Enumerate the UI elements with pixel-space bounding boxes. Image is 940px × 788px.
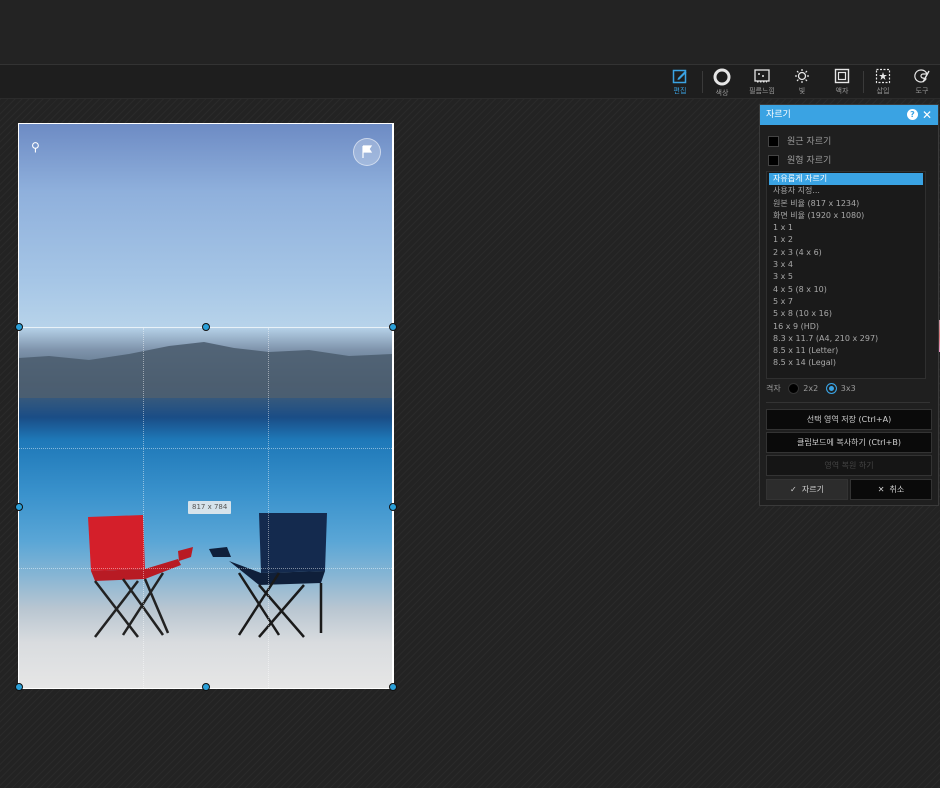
crop-handle-top[interactable] [202, 323, 210, 331]
ratio-item[interactable]: 1 x 2 [767, 234, 925, 246]
crop-grid-line [143, 328, 144, 688]
tool-edit[interactable]: 편집 [660, 67, 700, 97]
crop-panel: 자르기 ? ✕ 원근 자르기 원형 자르기 자유롭게 자르기 사용자 지정...… [759, 104, 939, 506]
edit-icon [672, 69, 687, 84]
ratio-item[interactable]: 8.5 x 14 (Legal) [767, 357, 925, 369]
tool-light[interactable]: 빛 [782, 67, 822, 97]
crop-panel-title: 자르기 [766, 110, 791, 120]
close-icon[interactable]: ✕ [922, 105, 932, 125]
crop-apply-button[interactable]: ✓ 자르기 [766, 479, 848, 500]
tool-light-label: 빛 [798, 87, 806, 95]
crop-handle-right[interactable] [389, 503, 397, 511]
panel-divider [766, 402, 930, 403]
ratio-item[interactable]: 자유롭게 자르기 [769, 173, 923, 186]
ratio-item[interactable]: 8.3 x 11.7 (A4, 210 x 297) [767, 333, 925, 345]
light-icon [795, 69, 809, 83]
flag-icon [362, 145, 373, 158]
crop-grid-line [19, 568, 392, 569]
grid-3x3-radio[interactable] [825, 383, 837, 394]
editor-toolbar: 편집 색상 필름느낌 빛 액자 삽입 도구 [0, 65, 940, 99]
circle-crop-option[interactable]: 원형 자르기 [768, 153, 831, 166]
crop-handle-bottom-right[interactable] [389, 683, 397, 691]
ratio-item[interactable]: 2 x 3 (4 x 6) [767, 247, 925, 259]
ratio-item[interactable]: 4 x 5 (8 x 10) [767, 284, 925, 296]
aspect-ratio-list[interactable]: 자유롭게 자르기 사용자 지정... 원본 비율 (817 x 1234) 화면… [766, 171, 926, 379]
ratio-item[interactable]: 16 x 9 (HD) [767, 321, 925, 333]
beach-chairs-photo: ⚲ [19, 124, 392, 688]
ratio-item[interactable]: 5 x 8 (10 x 16) [767, 308, 925, 320]
mountain-silhouette [19, 342, 392, 398]
perspective-crop-label: 원근 자르기 [787, 137, 832, 147]
selection-size-label: 817 x 784 [188, 501, 232, 514]
perspective-crop-option[interactable]: 원근 자르기 [768, 134, 831, 147]
crop-handle-top-right[interactable] [389, 323, 397, 331]
tools-icon [914, 69, 930, 83]
cancel-label: 취소 [889, 485, 905, 494]
tool-color[interactable]: 색상 [702, 67, 742, 97]
crop-handle-bottom-left[interactable] [15, 683, 23, 691]
crop-grid-line [19, 448, 392, 449]
tool-frame-label: 액자 [835, 87, 849, 95]
save-selection-button[interactable]: 선택 영역 저장 (Ctrl+A) [766, 409, 932, 430]
tool-insert-label: 삽입 [876, 87, 890, 95]
grid-3x3-label: 3x3 [840, 384, 856, 393]
tool-tools-label: 도구 [915, 87, 929, 95]
top-bar [0, 0, 940, 65]
circle-crop-checkbox[interactable] [768, 155, 779, 166]
crop-handle-left[interactable] [15, 503, 23, 511]
ratio-item[interactable]: 화면 비율 (1920 x 1080) [767, 210, 925, 222]
location-icon[interactable]: ⚲ [31, 140, 40, 154]
grid-label: 격자 [766, 384, 781, 393]
frame-icon [834, 68, 850, 84]
help-icon[interactable]: ? [907, 109, 918, 120]
photo-frame: ⚲ [18, 123, 394, 689]
ratio-item[interactable]: 1 x 1 [767, 222, 925, 234]
crop-handle-top-left[interactable] [15, 323, 23, 331]
insert-icon [875, 68, 891, 84]
ratio-item[interactable]: 3 x 5 [767, 271, 925, 283]
copy-clipboard-button[interactable]: 클립보드에 복사하기 (Ctrl+B) [766, 432, 932, 453]
grid-2x2-radio[interactable] [788, 383, 800, 394]
ratio-item[interactable]: 8.5 x 11 (Letter) [767, 345, 925, 357]
close-icon: ✕ [877, 485, 885, 494]
tool-film[interactable]: 필름느낌 [742, 67, 782, 97]
tool-frame[interactable]: 액자 [822, 67, 862, 97]
restore-area-button[interactable]: 영역 복원 하기 [766, 455, 932, 476]
tool-film-label: 필름느낌 [749, 87, 775, 95]
ratio-item[interactable]: 5 x 7 [767, 296, 925, 308]
crop-handle-bottom[interactable] [202, 683, 210, 691]
grid-option-row: 격자 2x2 3x3 [766, 383, 856, 394]
tool-tools[interactable]: 도구 [902, 67, 940, 97]
tool-insert[interactable]: 삽입 [863, 67, 903, 97]
navy-chair [209, 513, 327, 638]
tool-color-label: 색상 [715, 89, 729, 97]
cancel-button[interactable]: ✕ 취소 [850, 479, 932, 500]
film-icon [754, 69, 770, 83]
grid-2x2-label: 2x2 [803, 384, 819, 393]
crop-grid-line [268, 328, 269, 688]
circle-crop-label: 원형 자르기 [787, 156, 832, 166]
perspective-crop-checkbox[interactable] [768, 136, 779, 147]
color-icon [713, 68, 731, 86]
ratio-item[interactable]: 3 x 4 [767, 259, 925, 271]
flag-button[interactable] [353, 138, 381, 166]
check-icon: ✓ [790, 485, 797, 494]
ratio-item[interactable]: 사용자 지정... [767, 185, 925, 197]
red-chair [88, 515, 193, 638]
tool-edit-label: 편집 [673, 87, 687, 95]
crop-apply-label: 자르기 [801, 485, 824, 494]
ratio-item[interactable]: 원본 비율 (817 x 1234) [767, 198, 925, 210]
crop-panel-header: 자르기 ? ✕ [760, 105, 938, 125]
